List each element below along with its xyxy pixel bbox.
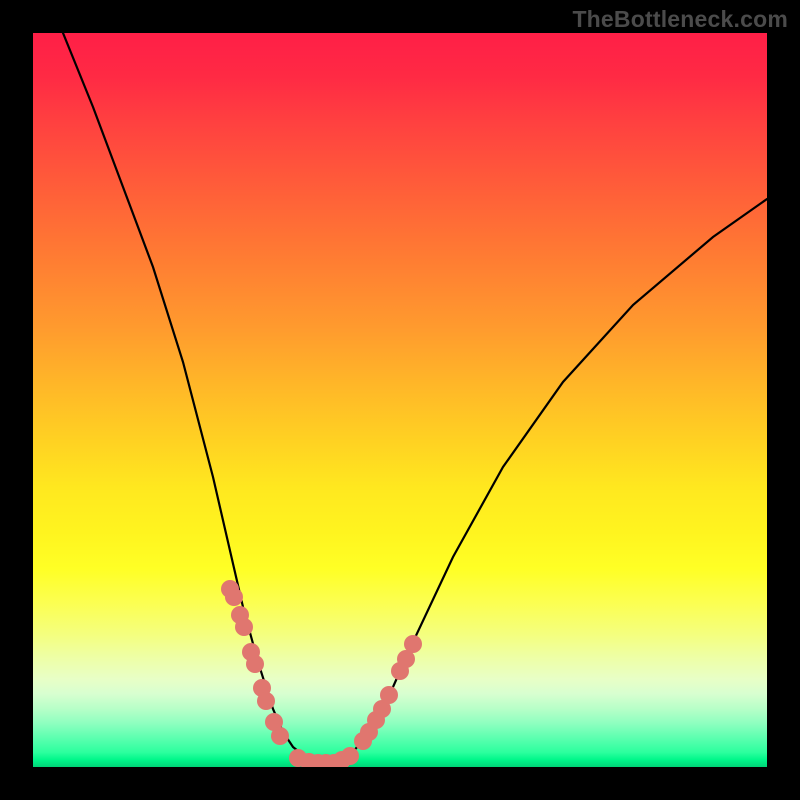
chart-frame: TheBottleneck.com: [0, 0, 800, 800]
marker-dot: [380, 686, 398, 704]
plot-area: [33, 33, 767, 767]
marker-dot: [271, 727, 289, 745]
marker-dots-group: [221, 580, 422, 767]
marker-dot: [341, 747, 359, 765]
marker-dot: [257, 692, 275, 710]
marker-dot: [225, 588, 243, 606]
watermark-label: TheBottleneck.com: [572, 6, 788, 33]
marker-dot: [397, 650, 415, 668]
marker-dot: [246, 655, 264, 673]
bottleneck-curve-svg: [33, 33, 767, 767]
marker-dot: [235, 618, 253, 636]
